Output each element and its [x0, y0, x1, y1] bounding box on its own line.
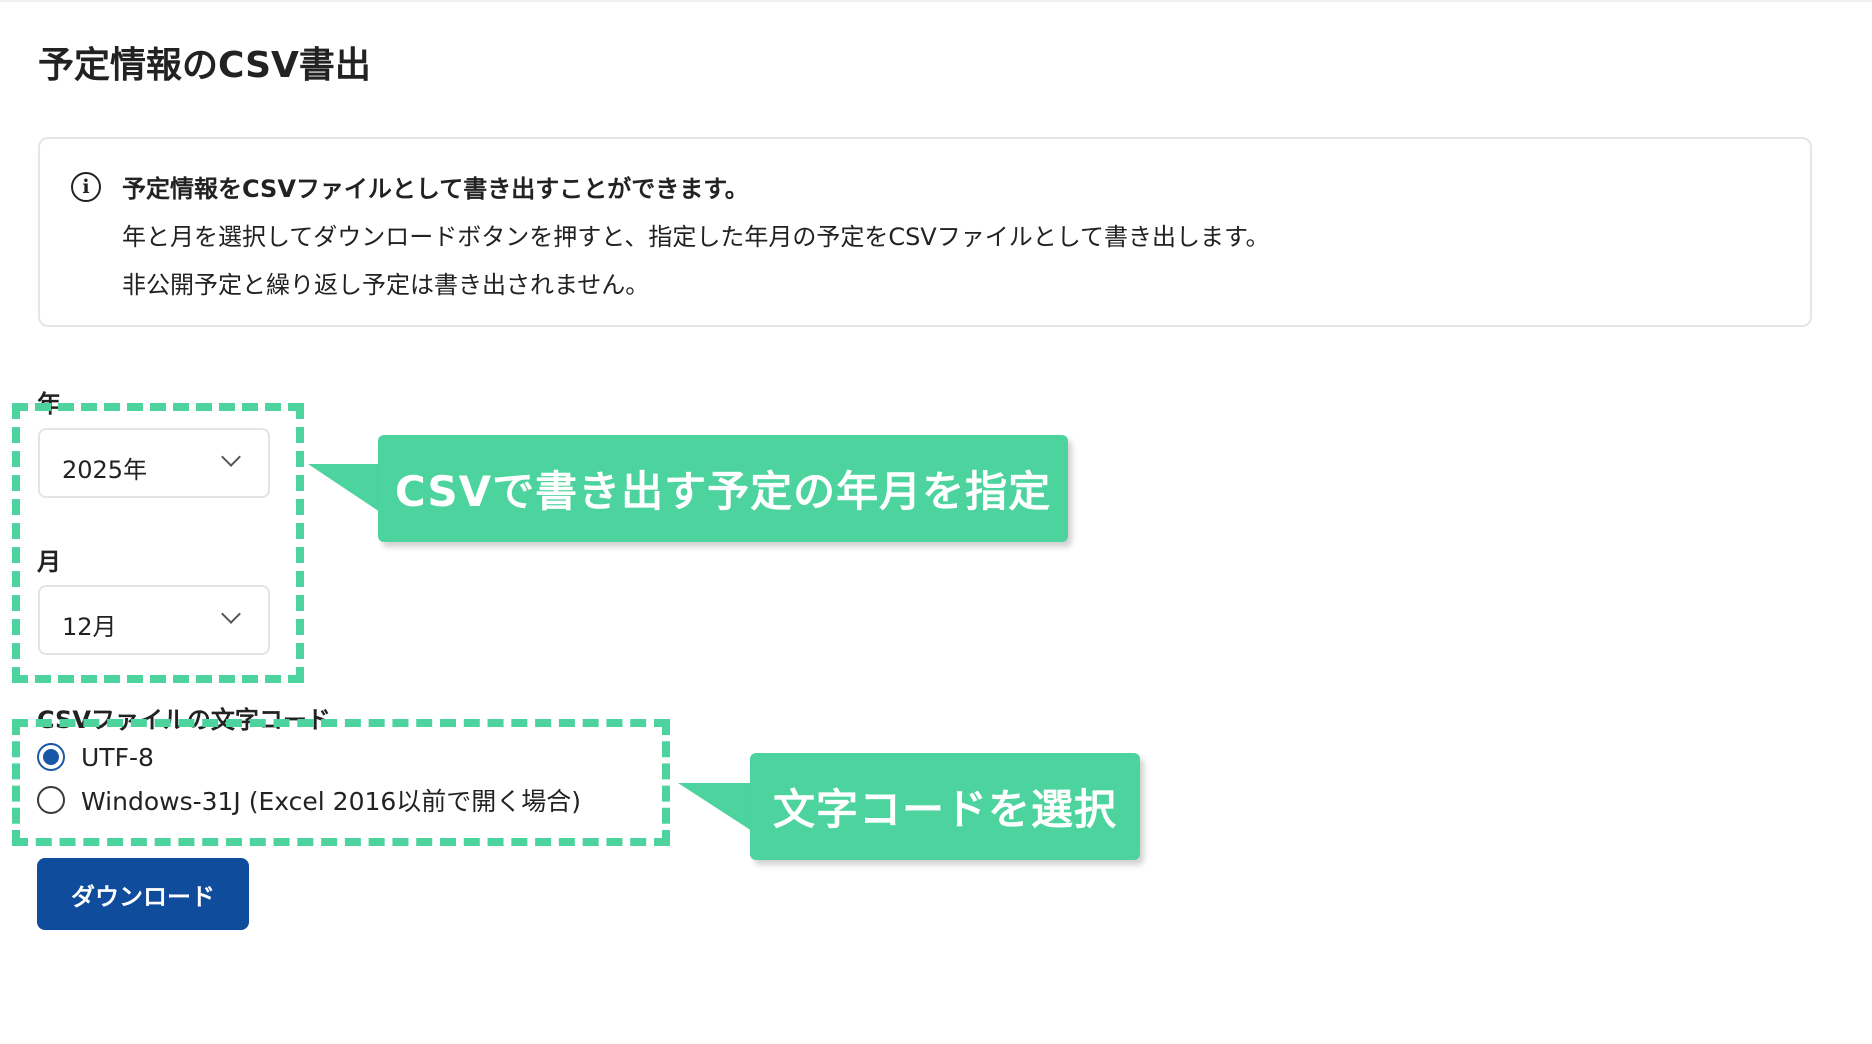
highlight-encoding-frame: [12, 719, 670, 846]
highlight-date-frame: [12, 403, 304, 683]
callout-encoding: 文字コードを選択: [750, 753, 1140, 860]
page-title: 予定情報のCSV書出: [38, 45, 371, 86]
csv-export-page: 予定情報のCSV書出 i 予定情報をCSVファイルとして書き出すことができます。…: [0, 0, 1872, 1044]
info-panel: i 予定情報をCSVファイルとして書き出すことができます。 年と月を選択してダウ…: [38, 137, 1812, 327]
info-icon: i: [71, 172, 101, 202]
info-line-3: 非公開予定と繰り返し予定は書き出されません。: [122, 271, 650, 299]
info-line-2: 年と月を選択してダウンロードボタンを押すと、指定した年月の予定をCSVファイルと…: [122, 223, 1270, 251]
download-button[interactable]: ダウンロード: [37, 858, 249, 930]
callout-encoding-tail: [678, 783, 752, 831]
info-line-1: 予定情報をCSVファイルとして書き出すことができます。: [122, 175, 749, 203]
callout-date-tail: [308, 464, 380, 512]
top-divider: [0, 0, 1872, 2]
callout-date: CSVで書き出す予定の年月を指定: [378, 435, 1068, 542]
